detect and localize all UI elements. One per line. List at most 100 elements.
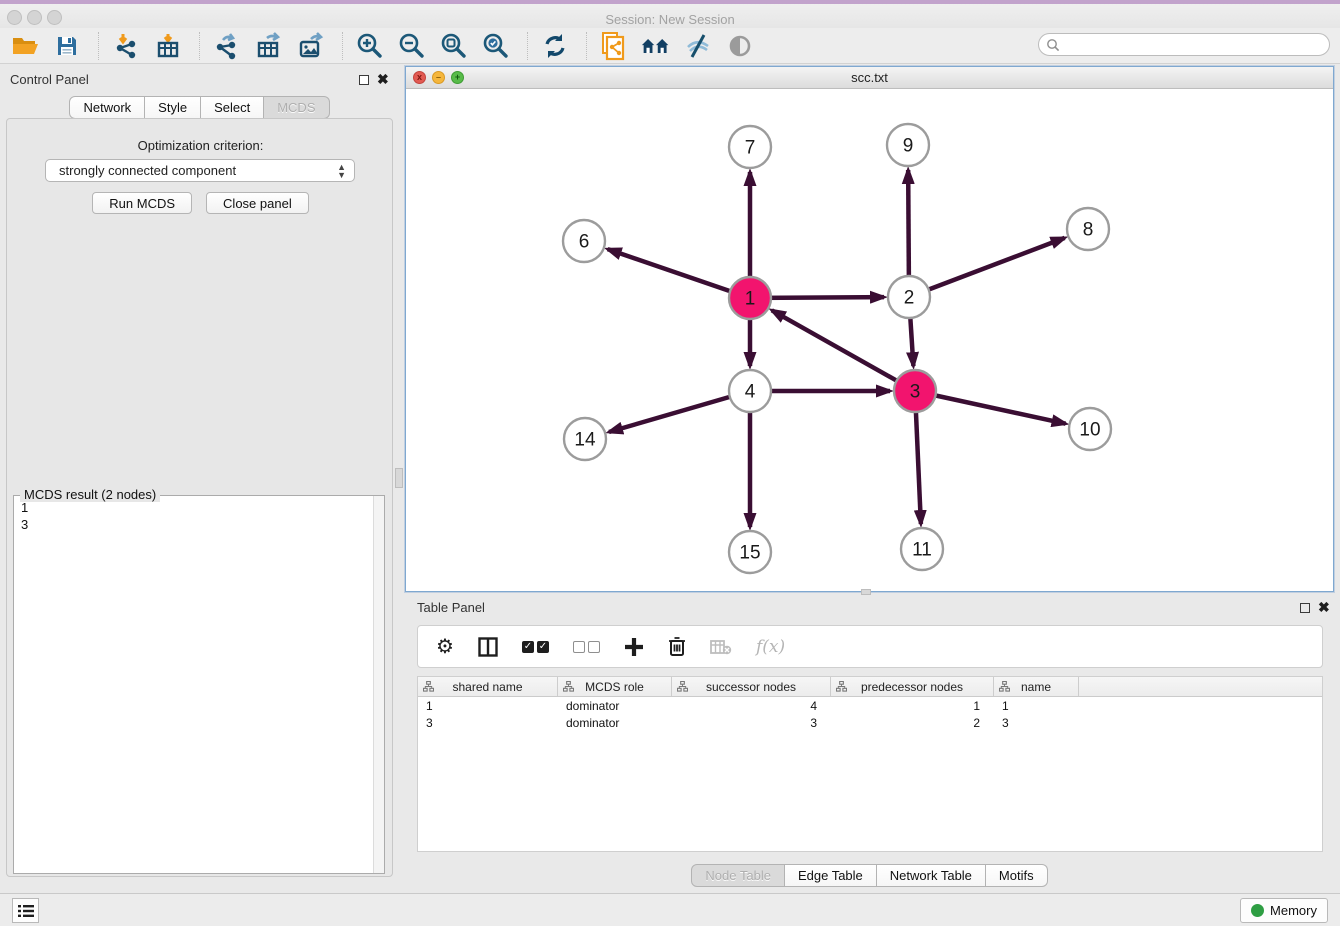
table-panel-title: Table Panel [417,600,485,615]
unselect-all-columns-icon[interactable] [573,641,600,653]
graph-node-9[interactable]: 9 [887,124,929,166]
save-session-button[interactable] [52,31,82,61]
graph-node-label: 7 [745,138,756,159]
tab-mcds[interactable]: MCDS [264,96,329,119]
zoom-out-button[interactable] [397,31,427,61]
zoom-in-button[interactable] [355,31,385,61]
refresh-icon [542,33,568,59]
network-frame-title: scc.txt [406,67,1333,88]
result-line: 3 [21,516,365,533]
eye-icon [726,33,754,59]
close-panel-button[interactable]: Close panel [206,192,309,214]
graph-node-label: 14 [574,430,596,451]
table-cell: 1 [831,699,994,713]
graph-node-7[interactable]: 7 [729,126,771,168]
frame-minimize-icon[interactable]: – [432,71,445,84]
import-network-button[interactable] [111,31,141,61]
graph-edge-1-6[interactable] [608,249,750,298]
refresh-button[interactable] [540,31,570,61]
search-input[interactable] [1060,36,1329,54]
toolbar-separator [342,32,343,60]
panel-splitter-handle[interactable] [395,468,403,488]
export-image-button[interactable] [296,31,326,61]
zoom-fit-button[interactable] [439,31,469,61]
tab-style[interactable]: Style [145,96,201,119]
import-table-button[interactable] [153,31,183,61]
graph-node-1[interactable]: 1 [729,277,771,319]
graph-node-14[interactable]: 14 [564,418,606,460]
frame-close-icon[interactable]: x [413,71,426,84]
graph-node-15[interactable]: 15 [729,531,771,573]
column-header-successor-nodes[interactable]: successor nodes [672,677,831,696]
tab-network[interactable]: Network [69,96,145,119]
tab-network-table[interactable]: Network Table [877,864,986,887]
network-view-frame: x – + scc.txt 7 9 6 8 1 2 4 3 14 10 15 11 [405,66,1334,592]
table-body: 1dominator4113dominator323 [418,697,1322,731]
mcds-result-list[interactable]: 13 [14,496,372,873]
list-icon [18,904,34,918]
criterion-dropdown[interactable]: strongly connected component ▲▼ [45,159,355,182]
export-table-button[interactable] [254,31,284,61]
graph-node-11[interactable]: 11 [901,528,943,570]
column-header-MCDS-role[interactable]: MCDS role [558,677,672,696]
zoom-in-icon [356,32,384,60]
open-session-button[interactable] [10,31,40,61]
memory-button[interactable]: Memory [1240,898,1328,923]
table-toolbar: ⚙ ✓✓ f(x) [417,625,1323,668]
graph-edge-2-8[interactable] [909,238,1065,297]
hide-selected-button[interactable] [683,31,713,61]
graph-node-10[interactable]: 10 [1069,408,1111,450]
table-cell: 3 [994,716,1079,730]
run-mcds-button[interactable]: Run MCDS [92,192,192,214]
column-header-label: successor nodes [706,680,796,694]
tab-motifs[interactable]: Motifs [986,864,1048,887]
tab-select[interactable]: Select [201,96,264,119]
export-table-icon [255,32,283,60]
network-frame-titlebar[interactable]: x – + scc.txt [406,67,1333,89]
graph-node-6[interactable]: 6 [563,220,605,262]
delete-trash-icon[interactable] [668,636,686,657]
table-settings-gear-icon[interactable]: ⚙ [436,634,454,659]
toolbar-separator [199,32,200,60]
toolbar-search[interactable] [1038,33,1330,56]
table-cell: 3 [672,716,831,730]
graph-edge-3-10[interactable] [915,391,1066,424]
zoom-selected-button[interactable] [481,31,511,61]
graph-node-label: 10 [1079,420,1100,441]
toolbar-separator [586,32,587,60]
control-panel-float-icon[interactable] [359,75,369,85]
table-panel-close-icon[interactable]: ✖ [1318,599,1330,616]
network-from-file-button[interactable] [599,31,629,61]
show-all-button[interactable] [725,31,755,61]
frame-maximize-icon[interactable]: + [451,71,464,84]
graph-node-3[interactable]: 3 [894,370,936,412]
graph-node-label: 2 [904,288,915,309]
column-header-predecessor-nodes[interactable]: predecessor nodes [831,677,994,696]
column-header-label: predecessor nodes [861,680,963,694]
show-columns-icon[interactable] [478,637,498,657]
table-cell: 3 [418,716,558,730]
add-column-plus-icon[interactable] [624,637,644,657]
graph-edge-3-1[interactable] [772,310,915,391]
graph-node-4[interactable]: 4 [729,370,771,412]
graph-node-2[interactable]: 2 [888,276,930,318]
export-network-button[interactable] [212,31,242,61]
function-builder-icon-disabled: f(x) [756,637,785,657]
eye-slash-icon [684,33,712,59]
table-row[interactable]: 3dominator323 [418,714,1322,731]
table-row[interactable]: 1dominator411 [418,697,1322,714]
graph-node-8[interactable]: 8 [1067,208,1109,250]
result-scrollbar[interactable] [373,496,384,873]
control-panel-tabs: NetworkStyleSelectMCDS [0,96,399,119]
network-canvas[interactable]: 7 9 6 8 1 2 4 3 14 10 15 11 [406,89,1333,591]
task-history-button[interactable] [12,898,39,923]
select-all-columns-icon[interactable]: ✓✓ [522,641,549,653]
column-header-name[interactable]: name [994,677,1079,696]
column-header-shared-name[interactable]: shared name [418,677,558,696]
network-graph[interactable]: 7 9 6 8 1 2 4 3 14 10 15 11 [406,89,1333,591]
tab-edge-table[interactable]: Edge Table [785,864,877,887]
table-panel-float-icon[interactable] [1300,603,1310,613]
tab-node-table[interactable]: Node Table [691,864,785,887]
control-panel-close-icon[interactable]: ✖ [377,71,389,88]
home-button[interactable] [641,31,671,61]
